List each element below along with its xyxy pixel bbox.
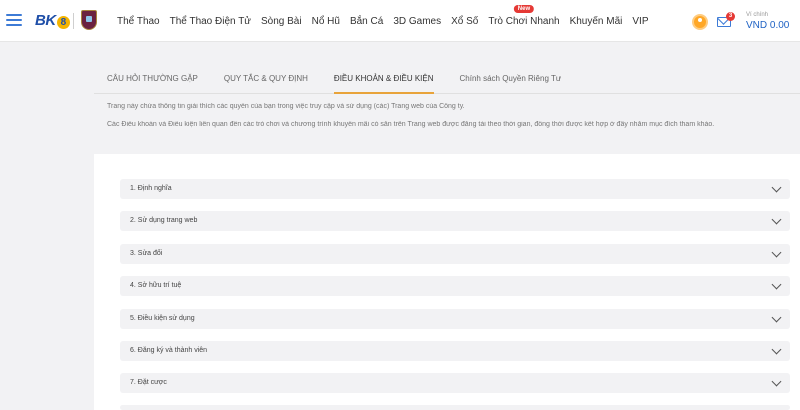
nav-quick-games-label: Trò Chơi Nhanh bbox=[488, 15, 560, 27]
nav-vip[interactable]: VIP bbox=[632, 16, 648, 27]
accordion-label: 5. Điều kiện sử dụng bbox=[130, 315, 195, 322]
nav-3d-games[interactable]: 3D Games bbox=[393, 16, 441, 27]
chevron-down-icon bbox=[771, 182, 782, 193]
chevron-down-icon bbox=[771, 312, 782, 323]
main-nav: Thể Thao Thể Thao Điện Tử Sòng Bài Nổ Hũ… bbox=[117, 0, 659, 42]
accordion-label: 2. Sử dụng trang web bbox=[130, 217, 198, 224]
accordion-item-definitions[interactable]: 1. Định nghĩa bbox=[120, 179, 790, 199]
accordion-label: 7. Đặt cược bbox=[130, 379, 167, 386]
chevron-down-icon bbox=[771, 279, 782, 290]
balance-value[interactable]: VND 0.00 bbox=[746, 20, 789, 31]
tab-terms-conditions[interactable]: ĐIỀU KHOẢN & ĐIỀU KIỆN bbox=[321, 64, 447, 94]
nav-lottery[interactable]: Xổ Số bbox=[451, 16, 478, 27]
accordion-item-betting[interactable]: 7. Đặt cược bbox=[120, 373, 790, 393]
accordion-item-registration[interactable]: 6. Đăng ký và thành viên bbox=[120, 341, 790, 361]
accordion-item-amendments[interactable]: 3. Sửa đổi bbox=[120, 244, 790, 264]
user-avatar-icon[interactable] bbox=[692, 14, 708, 30]
chevron-down-icon bbox=[771, 247, 782, 258]
logo-divider bbox=[73, 13, 74, 29]
accordion-item-website-use[interactable]: 2. Sử dụng trang web bbox=[120, 211, 790, 231]
nav-promotions[interactable]: Khuyến Mãi bbox=[570, 16, 623, 27]
accordion-item-next[interactable] bbox=[120, 405, 790, 410]
intro-text-2: Các Điều khoản và Điều kiện liên quan đế… bbox=[107, 121, 715, 128]
club-crest-icon bbox=[81, 10, 97, 30]
help-tabs: CÂU HỎI THƯỜNG GẶP QUY TẮC & QUY ĐỊNH ĐI… bbox=[94, 64, 800, 94]
intro-text-1: Trang này chứa thông tin giải thích các … bbox=[107, 103, 465, 110]
accordion-item-intellectual-property[interactable]: 4. Sở hữu trí tuệ bbox=[120, 276, 790, 296]
chevron-down-icon bbox=[771, 344, 782, 355]
nav-quick-games[interactable]: New Trò Chơi Nhanh bbox=[488, 4, 560, 27]
mail-count-badge: 3 bbox=[726, 12, 735, 21]
tab-faq[interactable]: CÂU HỎI THƯỜNG GẶP bbox=[94, 64, 211, 93]
tab-privacy-policy[interactable]: Chính sách Quyền Riêng Tư bbox=[447, 64, 575, 93]
nav-esports[interactable]: Thể Thao Điện Tử bbox=[170, 16, 251, 27]
nav-slots[interactable]: Nổ Hũ bbox=[312, 16, 340, 27]
chevron-down-icon bbox=[771, 376, 782, 387]
new-badge: New bbox=[513, 4, 535, 13]
brand-logo[interactable]: BK 8 bbox=[35, 12, 70, 29]
tab-rules[interactable]: QUY TẮC & QUY ĐỊNH bbox=[211, 64, 321, 93]
balance-label: Ví chính bbox=[746, 12, 769, 18]
top-header: BK 8 Thể Thao Thể Thao Điện Tử Sòng Bài N… bbox=[0, 0, 800, 42]
accordion-label: 4. Sở hữu trí tuệ bbox=[130, 282, 182, 289]
nav-sports[interactable]: Thể Thao bbox=[117, 16, 160, 27]
nav-fishing[interactable]: Bắn Cá bbox=[350, 16, 383, 27]
accordion-label: 6. Đăng ký và thành viên bbox=[130, 347, 208, 354]
menu-icon[interactable] bbox=[6, 14, 22, 26]
chevron-down-icon bbox=[771, 214, 782, 225]
accordion-label: 3. Sửa đổi bbox=[130, 250, 163, 257]
accordion-label: 1. Định nghĩa bbox=[130, 185, 172, 192]
accordion-item-terms-of-use[interactable]: 5. Điều kiện sử dụng bbox=[120, 309, 790, 329]
nav-casino[interactable]: Sòng Bài bbox=[261, 16, 302, 27]
